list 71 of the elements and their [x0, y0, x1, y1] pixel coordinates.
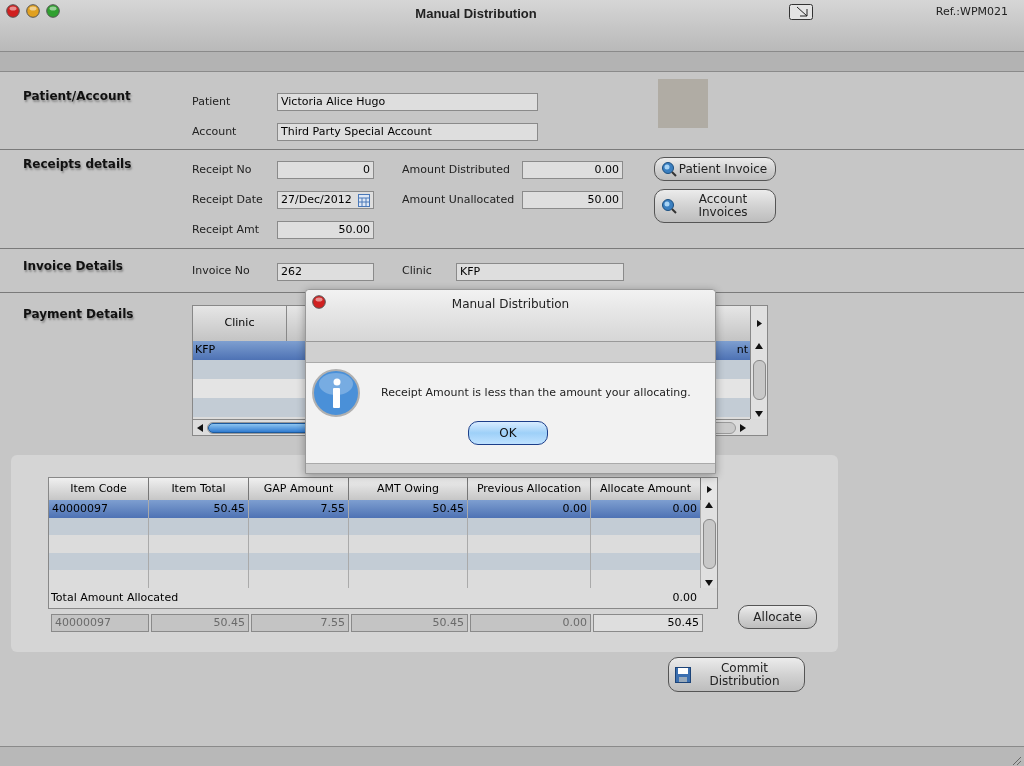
window-control-icon[interactable]: [26, 4, 40, 18]
scroll-right-icon[interactable]: [701, 478, 717, 500]
scroll-up-icon[interactable]: [755, 343, 763, 349]
column-header[interactable]: Clinic: [193, 306, 287, 341]
column-header[interactable]: Previous Allocation: [468, 478, 591, 500]
scroll-down-icon[interactable]: [705, 580, 713, 586]
text-field[interactable]: 0: [277, 161, 374, 179]
info-icon: [312, 369, 360, 417]
table-cell-text: 40000097: [52, 500, 108, 517]
calendar-icon[interactable]: [358, 193, 370, 207]
commit-distribution-button[interactable]: Commit Distribution: [668, 657, 805, 692]
screen-reference: Ref.:WPM021: [934, 4, 1009, 20]
column-header[interactable]: GAP Amount: [249, 478, 349, 500]
scroll-right-icon[interactable]: [740, 423, 746, 432]
scroll-down-icon[interactable]: [755, 411, 763, 417]
window-control-icon[interactable]: [46, 4, 60, 18]
table-cell-text: 50.45: [213, 500, 245, 517]
field-label: Amount Distributed: [402, 161, 511, 178]
field-label: Patient: [192, 93, 232, 110]
scroll-right-icon[interactable]: [750, 306, 767, 341]
ok-button[interactable]: OK: [468, 421, 548, 445]
table-row[interactable]: 40000097 50.45 7.55 50.45 0.00 0.00: [49, 500, 701, 518]
field-label: Receipt Date: [192, 191, 264, 208]
field-label: Clinic: [402, 263, 433, 279]
text-field[interactable]: 50.00: [277, 221, 374, 239]
vertical-scrollbar[interactable]: [750, 341, 767, 419]
window-control-icon[interactable]: [6, 4, 20, 18]
photo-placeholder: [658, 79, 708, 128]
text-field[interactable]: 50.00: [522, 191, 623, 209]
text-field[interactable]: 27/Dec/2012: [277, 191, 374, 209]
section-heading: Patient/Account: [22, 88, 132, 105]
table-cell: KFP: [195, 342, 216, 359]
field-label: Receipt Amt: [192, 221, 261, 238]
text-field[interactable]: 0.00: [522, 161, 623, 179]
total-label: Total Amount Allocated: [51, 589, 179, 606]
resize-grip-icon[interactable]: [1010, 754, 1022, 766]
field-label: Receipt No: [192, 161, 253, 178]
invoice-search-button[interactable]: Account Invoices: [654, 189, 776, 223]
search-icon: [661, 161, 677, 177]
allocate-button[interactable]: Allocate: [738, 605, 817, 629]
window-title: Manual Distribution: [414, 5, 538, 23]
column-header[interactable]: Allocate Amount: [591, 478, 701, 500]
text-field[interactable]: Victoria Alice Hugo: [277, 93, 538, 111]
invoice-search-button[interactable]: Patient Invoice: [654, 157, 776, 181]
column-header[interactable]: AMT Owing: [349, 478, 468, 500]
scroll-up-icon[interactable]: [705, 502, 713, 508]
text-field[interactable]: Third Party Special Account: [277, 123, 538, 141]
scroll-left-icon[interactable]: [197, 423, 203, 432]
resize-window-icon[interactable]: [789, 4, 813, 20]
table-cell: nt: [736, 342, 748, 359]
column-header[interactable]: Item Total: [149, 478, 249, 500]
table-cell-text: 0.00: [562, 500, 587, 517]
table-cell-text: 0.00: [672, 500, 697, 517]
section-heading: Invoice Details: [22, 258, 124, 275]
field-label: Amount Unallocated: [402, 191, 516, 208]
table-cell-text: 50.45: [432, 500, 464, 517]
vertical-scrollbar[interactable]: [701, 500, 717, 588]
close-icon[interactable]: [312, 295, 326, 309]
text-field[interactable]: KFP: [456, 263, 624, 281]
text-field[interactable]: 262: [277, 263, 374, 281]
field-label: Invoice No: [192, 263, 251, 279]
search-icon: [661, 198, 677, 214]
total-value: 0.00: [672, 589, 697, 606]
section-heading: Payment Details: [22, 306, 135, 323]
section-heading: Receipts details: [22, 156, 133, 173]
dialog-message: Receipt Amount is less than the amount your allocating.: [381, 384, 691, 401]
field-label: Account: [192, 123, 238, 140]
column-header[interactable]: Item Code: [49, 478, 149, 500]
text-field[interactable]: 50.45: [593, 614, 703, 632]
dialog-title: Manual Distribution: [450, 296, 571, 313]
table-cell-text: 7.55: [320, 500, 345, 517]
